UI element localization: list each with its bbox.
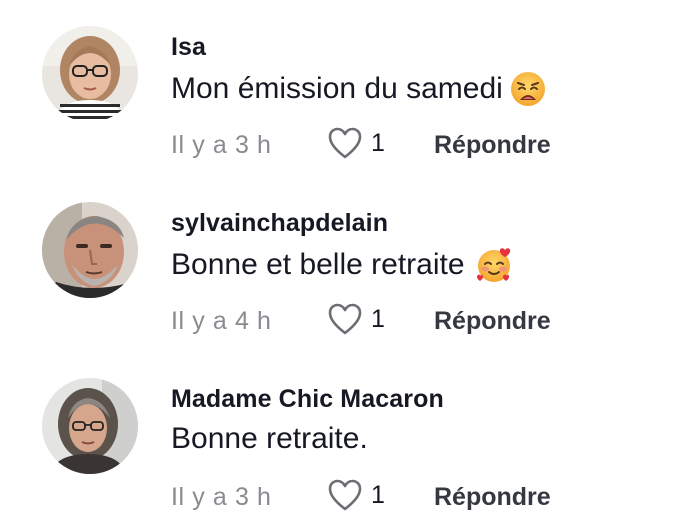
like-count: 1 bbox=[371, 480, 385, 509]
comment-timestamp: Il y a 3 h bbox=[171, 131, 272, 159]
avatar[interactable] bbox=[42, 202, 138, 298]
avatar[interactable] bbox=[42, 378, 138, 474]
comment-timestamp: Il y a 4 h bbox=[171, 307, 272, 335]
smiling-face-with-hearts-icon bbox=[475, 246, 513, 284]
heart-icon[interactable] bbox=[327, 478, 363, 512]
comment-text: Bonne et belle retraite bbox=[171, 248, 465, 281]
comment-text-row: Mon émission du samedi bbox=[171, 70, 547, 108]
comment-username[interactable]: sylvainchapdelain bbox=[171, 209, 388, 238]
like-count: 1 bbox=[371, 128, 385, 157]
like-button[interactable]: 1 bbox=[327, 126, 385, 160]
comment-item: Madame Chic Macaron Bonne retraite. Il y… bbox=[0, 352, 694, 528]
like-button[interactable]: 1 bbox=[327, 302, 385, 336]
comment-username[interactable]: Madame Chic Macaron bbox=[171, 385, 444, 414]
weary-face-icon bbox=[509, 70, 547, 108]
comment-text-row: Bonne et belle retraite bbox=[171, 246, 513, 284]
heart-icon[interactable] bbox=[327, 126, 363, 160]
comment-item: Isa Mon émission du samedi Il y a 3 h 1 … bbox=[0, 0, 694, 176]
comment-username[interactable]: Isa bbox=[171, 33, 206, 62]
reply-button[interactable]: Répondre bbox=[434, 131, 551, 160]
comment-text: Bonne retraite. bbox=[171, 422, 368, 455]
comment-text-row: Bonne retraite. bbox=[171, 422, 368, 456]
reply-button[interactable]: Répondre bbox=[434, 307, 551, 336]
comment-item: sylvainchapdelain Bonne et belle retrait… bbox=[0, 176, 694, 352]
avatar[interactable] bbox=[42, 26, 138, 122]
like-count: 1 bbox=[371, 304, 385, 333]
comment-text: Mon émission du samedi bbox=[171, 72, 503, 105]
like-button[interactable]: 1 bbox=[327, 478, 385, 512]
reply-button[interactable]: Répondre bbox=[434, 483, 551, 512]
heart-icon[interactable] bbox=[327, 302, 363, 336]
comment-timestamp: Il y a 3 h bbox=[171, 483, 272, 511]
